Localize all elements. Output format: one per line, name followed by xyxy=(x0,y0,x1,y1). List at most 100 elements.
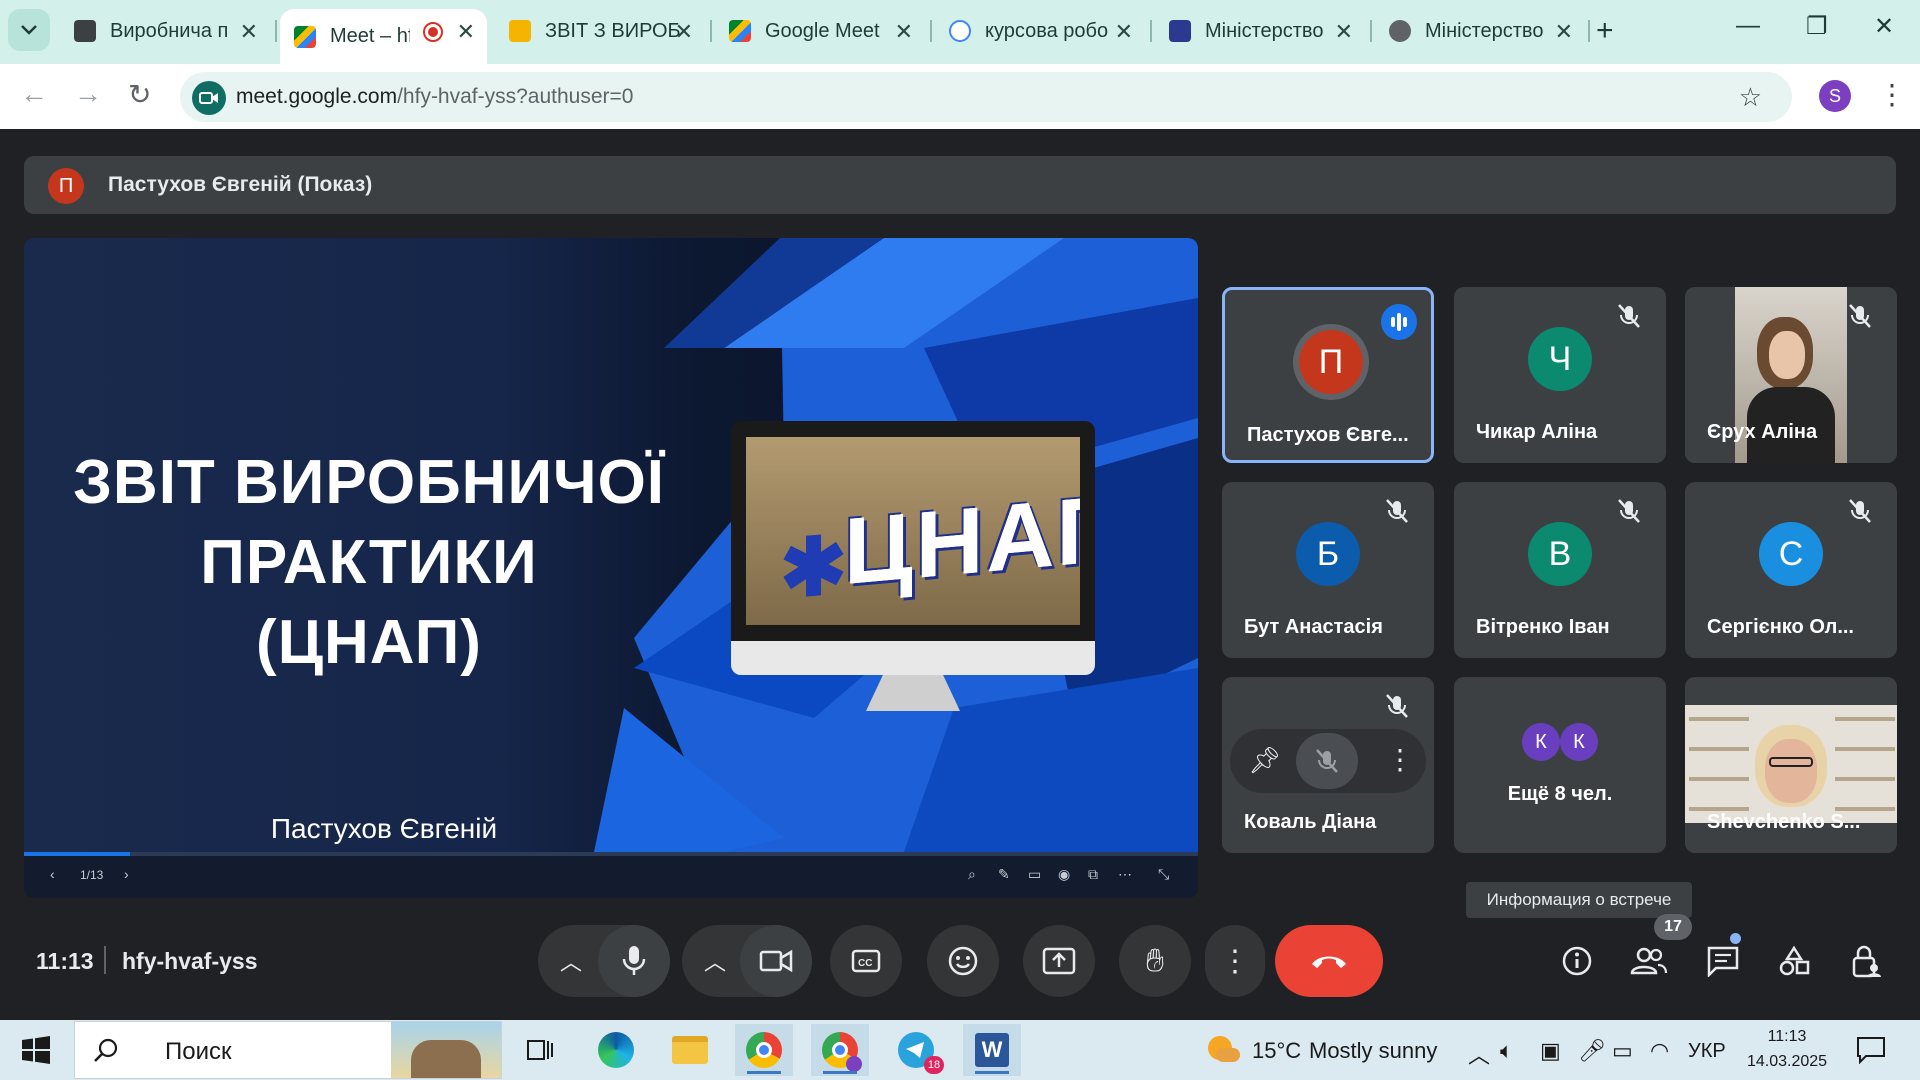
tab-ministerstvo-2[interactable]: Міністерство ✕ xyxy=(1375,9,1585,53)
close-icon[interactable]: ✕ xyxy=(895,19,913,45)
participant-tile-yerukh[interactable]: Єрух Аліна xyxy=(1685,287,1897,463)
hand-icon: ✋︎ xyxy=(1145,942,1165,978)
chrome-profile-app-icon[interactable] xyxy=(811,1024,869,1076)
participant-tile-more[interactable]: К К Ещё 8 чел. xyxy=(1454,677,1666,853)
participant-name: Чикар Аліна xyxy=(1476,421,1598,443)
video-camera-icon xyxy=(759,949,793,973)
tab-google-meet[interactable]: Google Meet ✕ xyxy=(715,9,925,53)
chevron-up-icon[interactable]: ︿ xyxy=(704,945,726,977)
telegram-app-icon[interactable]: 18 xyxy=(887,1024,945,1076)
camera-button[interactable] xyxy=(740,925,812,997)
captions-button[interactable]: CC xyxy=(830,925,902,997)
edge-app-icon[interactable] xyxy=(587,1024,645,1076)
chevron-up-icon[interactable]: ︿ xyxy=(1468,1038,1490,1070)
task-view-icon[interactable] xyxy=(511,1024,569,1076)
taskbar-clock[interactable]: 11:13 14.03.2025 xyxy=(1742,1024,1832,1074)
close-icon[interactable]: ✕ xyxy=(1115,19,1133,45)
participant-name: Shevchenko S... xyxy=(1707,811,1861,833)
file-explorer-icon[interactable] xyxy=(661,1024,719,1076)
bookmark-star-icon[interactable]: ☆ xyxy=(1739,82,1762,113)
participant-tile-but[interactable]: Б Бут Анастасія xyxy=(1222,482,1434,658)
clock-date: 14.03.2025 xyxy=(1746,1053,1828,1070)
tab-meet-active[interactable]: Meet – hfy ✕ xyxy=(280,9,487,64)
telegram-unread-badge: 18 xyxy=(924,1056,944,1074)
participant-tile-shevchenko[interactable]: Shevchenko S... xyxy=(1685,677,1897,853)
present-button[interactable] xyxy=(1023,925,1095,997)
microphone-button[interactable] xyxy=(598,925,670,997)
pen-icon[interactable]: ✎ xyxy=(998,866,1010,883)
notifications-icon[interactable] xyxy=(1856,1036,1886,1065)
participant-tile-chykar[interactable]: Ч Чикар Аліна xyxy=(1454,287,1666,463)
prev-slide-icon[interactable]: ‹ xyxy=(50,866,55,882)
tab-search-button[interactable] xyxy=(8,9,50,51)
tab-kursova[interactable]: курсова робо ✕ xyxy=(935,9,1145,53)
chevron-up-icon[interactable]: ︿ xyxy=(560,945,582,977)
participant-tile-pastukhov[interactable]: П Пастухов Євге... xyxy=(1222,287,1434,463)
close-icon[interactable]: ✕ xyxy=(240,19,258,45)
avatar: П xyxy=(1299,330,1363,394)
close-icon[interactable]: ✕ xyxy=(1555,19,1573,45)
presenter-label: Пастухов Євгеній (Показ) xyxy=(108,173,373,196)
minimize-button[interactable]: — xyxy=(1736,12,1760,40)
activities-button[interactable] xyxy=(1763,930,1825,992)
unread-dot xyxy=(1730,933,1741,944)
address-bar[interactable]: meet.google.com/hfy-hvaf-yss?authuser=0 … xyxy=(180,72,1792,122)
tab-vyrobnycha[interactable]: Виробнича п ✕ xyxy=(60,9,270,53)
meeting-time: 11:13 xyxy=(36,948,94,974)
browser-menu-icon[interactable]: ⋮ xyxy=(1878,78,1906,111)
mute-participant-button[interactable] xyxy=(1296,733,1358,789)
forward-button[interactable]: → xyxy=(74,78,102,110)
speaker-icon[interactable]: 🔈︎ xyxy=(1500,1038,1513,1064)
more-options-icon[interactable]: ⋮ xyxy=(1386,743,1414,776)
battery-icon[interactable]: ▭ xyxy=(1612,1038,1633,1064)
reload-button[interactable]: ↻ xyxy=(128,78,151,111)
more-options-button[interactable]: ⋮ xyxy=(1205,925,1265,997)
picture-in-picture-icon[interactable]: ⧉ xyxy=(1088,866,1098,883)
weather-condition[interactable]: Mostly sunny xyxy=(1309,1038,1437,1064)
raise-hand-button[interactable]: ✋︎ xyxy=(1119,925,1191,997)
participant-tile-serhiienko[interactable]: С Сергієнко Ол... xyxy=(1685,482,1897,658)
keyboard-language[interactable]: УКР xyxy=(1688,1040,1726,1063)
tab-separator xyxy=(275,20,277,42)
word-app-icon[interactable]: W xyxy=(963,1024,1021,1076)
leave-call-button[interactable] xyxy=(1275,925,1383,997)
mic-off-icon xyxy=(1316,749,1338,773)
tab-separator xyxy=(1150,20,1152,42)
taskbar-search-box[interactable]: Поиск xyxy=(74,1021,502,1079)
captions-icon[interactable]: ▭ xyxy=(1028,866,1041,883)
meet-tray-icon[interactable]: ▣ xyxy=(1540,1038,1561,1064)
back-button[interactable]: ← xyxy=(20,78,48,110)
restore-button[interactable]: ❐ xyxy=(1806,12,1828,41)
close-icon[interactable]: ✕ xyxy=(457,19,475,45)
zoom-icon[interactable]: ⌕ xyxy=(968,866,976,883)
new-tab-button[interactable]: + xyxy=(1596,14,1614,48)
mic-off-icon xyxy=(1386,694,1408,718)
next-slide-icon[interactable]: › xyxy=(124,866,129,882)
weather-icon[interactable] xyxy=(1206,1034,1240,1064)
close-icon[interactable]: ✕ xyxy=(675,19,693,45)
weather-temperature[interactable]: 15°C xyxy=(1252,1038,1301,1064)
meeting-info-button[interactable] xyxy=(1546,930,1608,992)
wifi-icon[interactable]: ◠ xyxy=(1650,1038,1669,1064)
pin-icon[interactable]: 📌︎ xyxy=(1248,745,1281,776)
host-controls-button[interactable] xyxy=(1835,930,1897,992)
profile-avatar[interactable]: S xyxy=(1819,80,1851,112)
people-button[interactable] xyxy=(1618,930,1680,992)
tab-ministerstvo-1[interactable]: Міністерство ✕ xyxy=(1155,9,1365,53)
more-icon[interactable]: ⋯ xyxy=(1118,866,1132,883)
chat-button[interactable] xyxy=(1692,930,1754,992)
audio-icon[interactable]: ◉ xyxy=(1058,866,1070,883)
exit-fullscreen-icon[interactable]: ⤡ xyxy=(1158,866,1169,883)
chrome-app-icon[interactable] xyxy=(735,1024,793,1076)
reactions-button[interactable] xyxy=(927,925,999,997)
slide: ✱ ЦНАП ЗВІТ ВИРОБНИЧОЇ ПРАКТИКИ (ЦНАП) П… xyxy=(24,238,1198,852)
windows-start-icon[interactable] xyxy=(22,1036,50,1064)
tab-zvit[interactable]: ЗВІТ З ВИРОБ ✕ xyxy=(495,9,705,53)
microphone-tray-icon[interactable]: 🎤︎ xyxy=(1578,1038,1606,1064)
participant-tile-koval[interactable]: 📌︎ ⋮ Коваль Діана xyxy=(1222,677,1434,853)
presentation-stage[interactable]: ✱ ЦНАП ЗВІТ ВИРОБНИЧОЇ ПРАКТИКИ (ЦНАП) П… xyxy=(24,238,1198,898)
close-icon[interactable]: ✕ xyxy=(1335,19,1353,45)
close-window-button[interactable]: ✕ xyxy=(1874,12,1894,41)
participant-tile-vitrenko[interactable]: В Вітренко Іван xyxy=(1454,482,1666,658)
divider xyxy=(104,946,106,974)
